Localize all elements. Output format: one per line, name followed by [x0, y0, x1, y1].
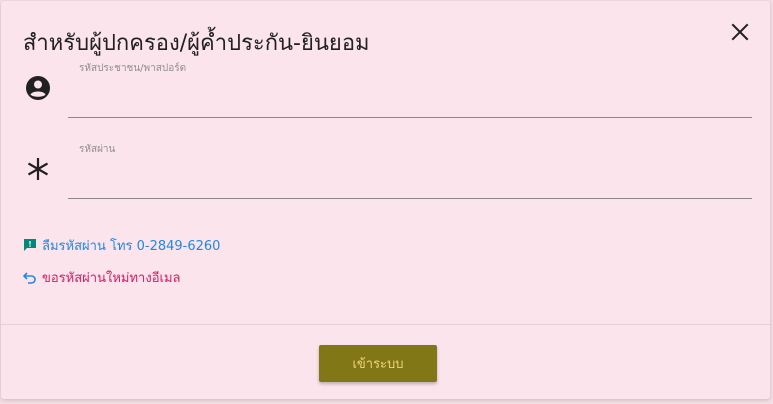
login-dialog: สำหรับผู้ปกครอง/ผู้ค้ำประกัน-ยินยอม รหัส…	[1, 1, 770, 399]
password-field-label: รหัสผ่าน	[79, 144, 116, 155]
login-button[interactable]: เข้าระบบ	[319, 345, 437, 382]
id-field[interactable]: รหัสประชาชน/พาสปอร์ต	[68, 61, 752, 118]
account-circle-icon	[23, 73, 53, 103]
feedback-icon	[24, 239, 36, 251]
id-field-label: รหัสประชาชน/พาสปอร์ต	[79, 63, 187, 74]
password-input[interactable]	[79, 164, 743, 194]
close-icon	[731, 23, 749, 41]
password-field[interactable]: รหัสผ่าน	[68, 142, 752, 199]
request-password-link[interactable]: ขอรหัสผ่านใหม่ทางอีเมล	[23, 268, 180, 286]
footer-divider	[1, 324, 770, 325]
undo-icon	[23, 272, 36, 284]
forgot-password-link[interactable]: ลืมรหัสผ่าน โทร 0-2849-6260	[23, 236, 220, 254]
close-button[interactable]	[729, 21, 751, 43]
dialog-title: สำหรับผู้ปกครอง/ผู้ค้ำประกัน-ยินยอม	[23, 31, 370, 56]
request-password-text[interactable]: ขอรหัสผ่านใหม่ทางอีเมล	[42, 267, 180, 288]
id-input[interactable]	[79, 83, 743, 113]
forgot-password-text[interactable]: ลืมรหัสผ่าน โทร 0-2849-6260	[42, 235, 220, 256]
asterisk-icon	[23, 154, 53, 184]
